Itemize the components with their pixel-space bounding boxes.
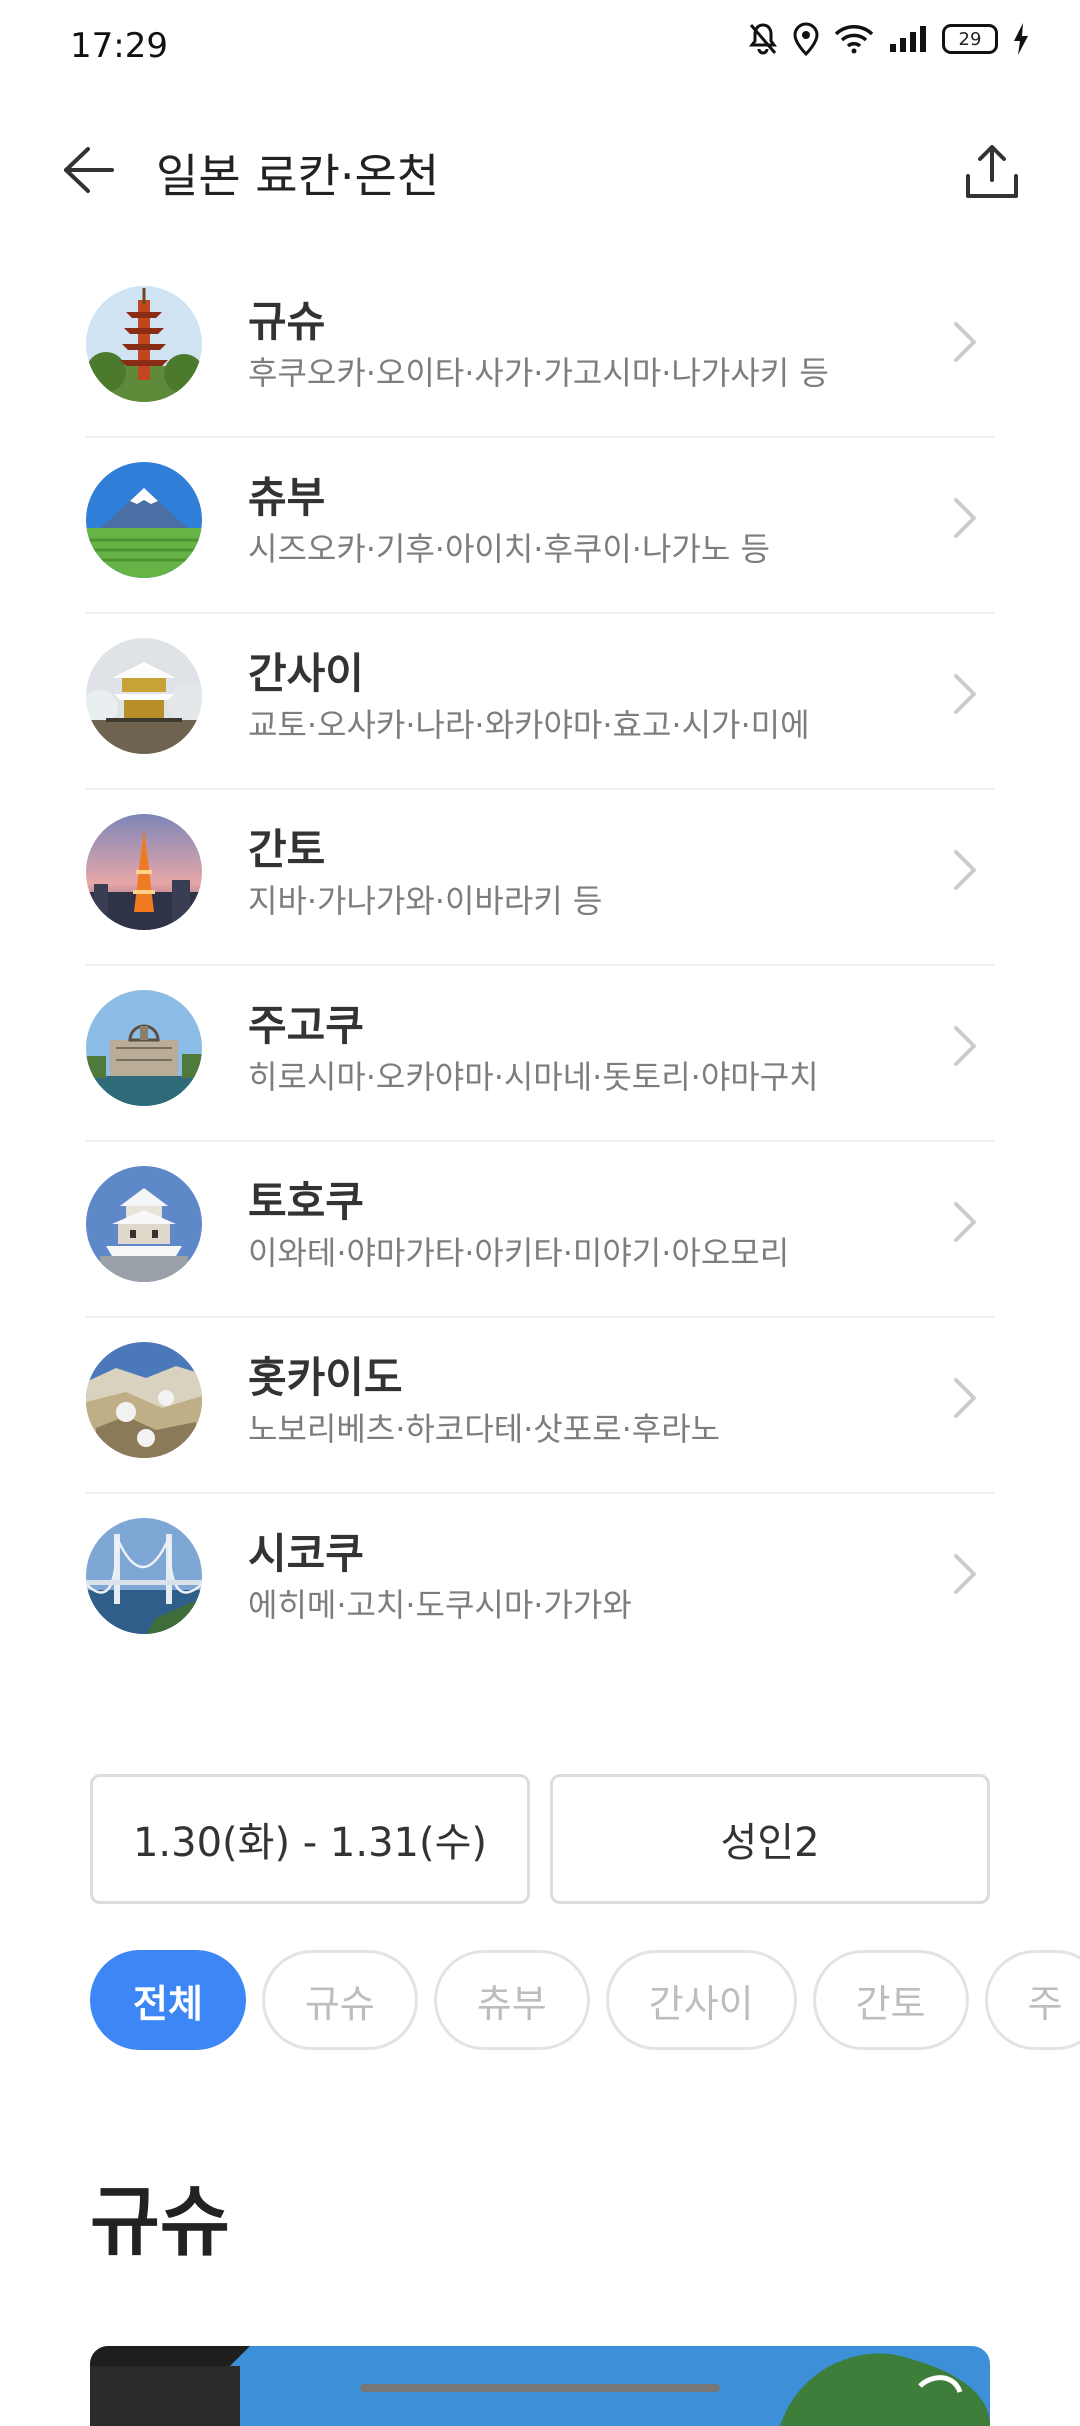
section-title: 규슈: [90, 2177, 230, 2266]
golden-pavilion-thumbnail: [86, 638, 202, 754]
hell-valley-thumbnail: [86, 1342, 202, 1458]
date-range-text: 1.30(화) - 1.31(수): [132, 1820, 487, 1866]
chevron-right-icon: [954, 322, 976, 362]
region-name: 시코쿠: [248, 1529, 364, 1578]
region-description: 노보리베츠·하코다테·삿포로·후라노: [248, 1410, 721, 1448]
region-item-chubu[interactable]: 츄부 시즈오카·기후·아이치·후쿠이·나가노 등: [86, 438, 994, 614]
region-name: 홋카이도: [248, 1353, 403, 1402]
chip-kyushu[interactable]: 규슈: [261, 1950, 418, 2050]
chip-kanto[interactable]: 간토: [812, 1950, 969, 2050]
region-name: 간사이: [248, 649, 364, 698]
guest-selector-button[interactable]: 성인2: [550, 1774, 990, 1904]
region-name: 츄부: [248, 473, 326, 522]
page-title: 일본 료칸·온천: [156, 149, 440, 203]
region-name: 규슈: [248, 297, 326, 346]
region-name: 간토: [248, 825, 326, 874]
back-button[interactable]: [48, 138, 128, 202]
region-item-tohoku[interactable]: 토호쿠 이와테·야마가타·아키타·미야기·아오모리: [86, 1142, 994, 1318]
chevron-right-icon: [954, 498, 976, 538]
atomic-dome-thumbnail: [86, 990, 202, 1106]
date-selector-button[interactable]: 1.30(화) - 1.31(수): [90, 1774, 530, 1904]
region-name: 토호쿠: [248, 1177, 364, 1226]
region-description: 교토·오사카·나라·와카야마·효고·시가·미에: [248, 706, 810, 744]
region-description: 후쿠오카·오이타·사가·가고시마·나가사키 등: [248, 354, 829, 392]
chevron-right-icon: [954, 674, 976, 714]
region-item-kansai[interactable]: 간사이 교토·오사카·나라·와카야마·효고·시가·미에: [86, 614, 994, 790]
region-item-chugoku[interactable]: 주고쿠 히로시마·오카야마·시마네·돗토리·야마구치: [86, 966, 994, 1142]
guest-count-text: 성인2: [720, 1820, 820, 1866]
chip-chubu[interactable]: 츄부: [433, 1950, 590, 2050]
battery-level: 29: [958, 28, 982, 50]
chip-all[interactable]: 전체: [90, 1950, 246, 2050]
region-description: 이와테·야마가타·아키타·미야기·아오모리: [248, 1234, 790, 1272]
back-arrow-icon: [64, 147, 114, 193]
snow-castle-thumbnail: [86, 1166, 202, 1282]
region-description: 히로시마·오카야마·시마네·돗토리·야마구치: [248, 1058, 819, 1096]
status-bar: 17:29 29: [0, 0, 1080, 96]
battery-icon: 29: [942, 24, 998, 54]
mount-fuji-thumbnail: [86, 462, 202, 578]
chevron-right-icon: [954, 1026, 976, 1066]
region-name: 주고쿠: [248, 1001, 364, 1050]
chip-kansai[interactable]: 간사이: [605, 1950, 797, 2050]
chevron-right-icon: [954, 1554, 976, 1594]
home-indicator: [360, 2384, 720, 2392]
app-bar: 일본 료칸·온천: [0, 110, 1080, 230]
wifi-icon: [834, 24, 874, 54]
signal-icon: [888, 24, 928, 54]
status-time: 17:29: [70, 26, 168, 66]
tokyo-tower-thumbnail: [86, 814, 202, 930]
region-description: 에히메·고치·도쿠시마·가가와: [248, 1586, 632, 1624]
chevron-right-icon: [954, 850, 976, 890]
location-icon: [792, 22, 820, 56]
region-description: 시즈오카·기후·아이치·후쿠이·나가노 등: [248, 530, 770, 568]
chevron-right-icon: [954, 1378, 976, 1418]
pagoda-thumbnail: [86, 286, 202, 402]
chevron-right-icon: [954, 1202, 976, 1242]
region-item-shikoku[interactable]: 시코쿠 에히메·고치·도쿠시마·가가와: [86, 1494, 994, 1668]
share-icon: [966, 145, 1018, 198]
charging-icon: [1012, 22, 1030, 56]
region-description: 지바·가나가와·이바라키 등: [248, 882, 603, 920]
chip-chugoku[interactable]: 주: [984, 1950, 1080, 2050]
region-list: 규슈 후쿠오카·오이타·사가·가고시마·나가사키 등 츄부 시즈오카·기후·아이…: [86, 262, 994, 1668]
region-item-kanto[interactable]: 간토 지바·가나가와·이바라키 등: [86, 790, 994, 966]
region-filter-chips: 전체 규슈 츄부 간사이 간토 주: [90, 1950, 1080, 2050]
mute-bell-icon: [748, 22, 778, 56]
share-button[interactable]: [952, 132, 1032, 212]
region-item-hokkaido[interactable]: 홋카이도 노보리베츠·하코다테·삿포로·후라노: [86, 1318, 994, 1494]
region-item-kyushu[interactable]: 규슈 후쿠오카·오이타·사가·가고시마·나가사키 등: [86, 262, 994, 438]
status-icons: 29: [748, 22, 1030, 56]
bridge-thumbnail: [86, 1518, 202, 1634]
